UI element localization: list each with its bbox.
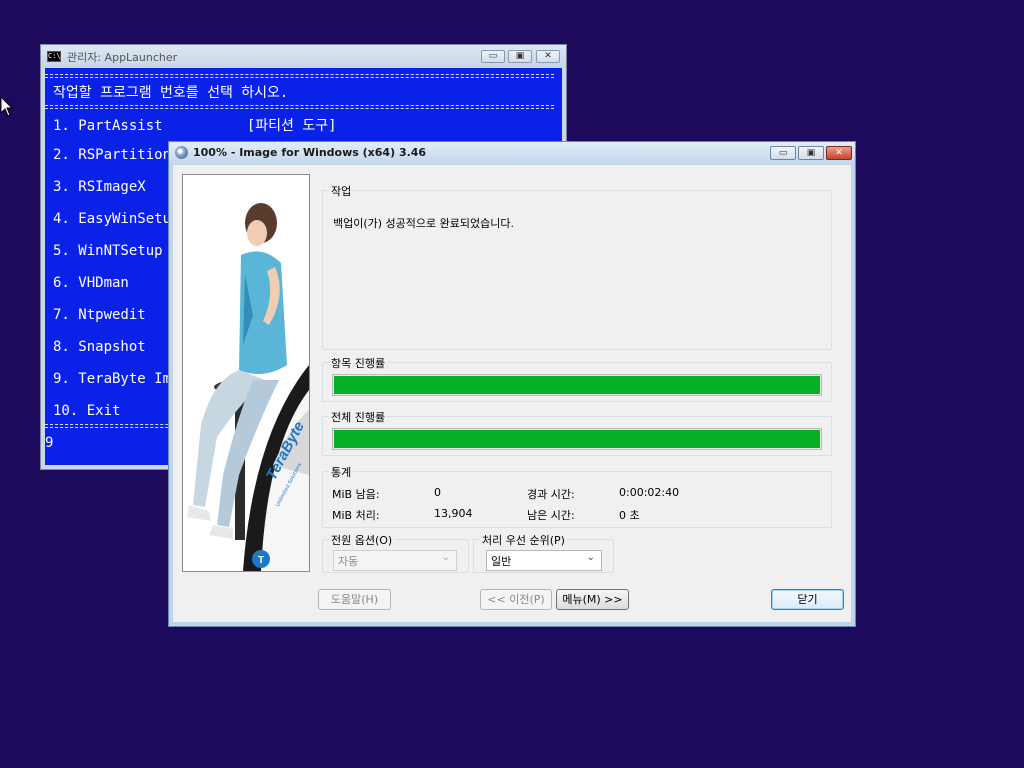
item-progress-label: 항목 진행률 — [329, 355, 388, 371]
total-progress-label: 전체 진행률 — [329, 409, 388, 425]
console-input-line[interactable]: 9 — [45, 435, 53, 451]
task-group: 작업 백업이(가) 성공적으로 완료되었습니다. — [322, 183, 832, 350]
menu-item-5: 5. WinNTSetup — [53, 243, 163, 259]
mouse-cursor-icon — [0, 96, 14, 117]
item-progress-fill — [334, 376, 820, 394]
minimize-button[interactable]: ▭ — [770, 146, 796, 160]
total-progress-fill — [334, 430, 820, 448]
help-button[interactable]: 도움말(H) — [318, 589, 391, 610]
svg-text:T: T — [258, 555, 264, 566]
priority-value: 일반 — [491, 555, 512, 568]
total-progress-bar — [332, 428, 822, 450]
console-window-title: 관리자: AppLauncher — [67, 51, 178, 64]
disc-icon — [175, 146, 188, 159]
image-for-windows-dialog[interactable]: 100% - Image for Windows (x64) 3.46 ▭ ▣ … — [168, 141, 856, 627]
priority-label: 처리 우선 순위(P) — [480, 532, 567, 548]
task-status-message: 백업이(가) 성공적으로 완료되었습니다. — [333, 217, 514, 230]
chevron-down-icon: ⌄ — [441, 552, 450, 563]
power-options-label: 전원 옵션(O) — [329, 532, 395, 548]
dialog-title-bar[interactable]: 100% - Image for Windows (x64) 3.46 ▭ ▣ … — [169, 142, 855, 164]
elapsed-time-label: 경과 시간: — [527, 488, 575, 501]
mib-processed-value: 13,904 — [434, 507, 473, 520]
power-options-select[interactable]: 자동 ⌄ — [333, 550, 457, 571]
mib-remaining-value: 0 — [434, 486, 441, 499]
menu-item-4: 4. EasyWinSetup — [53, 211, 180, 227]
time-left-label: 남은 시간: — [527, 509, 575, 522]
close-dialog-button[interactable]: 닫기 — [771, 589, 844, 610]
terabyte-banner-image: T TeraByte Unlimited Solutions — [182, 174, 310, 572]
separator-line — [45, 74, 554, 78]
priority-group: 처리 우선 순위(P) 일반 ⌄ — [473, 532, 614, 573]
banner-illustration: T — [183, 175, 309, 571]
time-left-value: 0 초 — [619, 509, 640, 522]
menu-button[interactable]: 메뉴(M) >> — [556, 589, 629, 610]
chevron-down-icon: ⌄ — [586, 552, 595, 563]
statistics-group: 통계 MiB 남음: 0 경과 시간: 0:00:02:40 MiB 처리: 1… — [322, 464, 832, 528]
menu-item-8: 8. Snapshot — [53, 339, 146, 355]
console-app-icon: C:\ — [47, 51, 61, 62]
menu-item-3: 3. RSImageX — [53, 179, 146, 195]
mib-processed-label: MiB 처리: — [332, 509, 380, 522]
total-progress-group: 전체 진행률 — [322, 409, 832, 456]
minimize-button[interactable]: ▭ — [481, 50, 505, 63]
power-options-group: 전원 옵션(O) 자동 ⌄ — [322, 532, 469, 573]
previous-button[interactable]: << 이전(P) — [480, 589, 552, 610]
power-options-value: 자동 — [338, 555, 359, 568]
item-progress-bar — [332, 374, 822, 396]
task-group-label: 작업 — [329, 183, 354, 199]
maximize-button[interactable]: ▣ — [508, 50, 532, 63]
close-button[interactable]: ✕ — [826, 146, 852, 160]
mib-remaining-label: MiB 남음: — [332, 488, 380, 501]
dialog-title: 100% - Image for Windows (x64) 3.46 — [193, 146, 427, 159]
menu-item-2: 2. RSPartition — [53, 147, 172, 163]
menu-item-10: 10. Exit — [53, 403, 121, 419]
separator-line — [45, 105, 554, 109]
console-prompt-text: 작업할 프로그램 번호를 선택 하시오. — [53, 85, 289, 101]
maximize-button[interactable]: ▣ — [798, 146, 824, 160]
dialog-client-area: T TeraByte Unlimited Solutions 작업 백업이(가)… — [173, 165, 851, 622]
menu-item-6: 6. VHDman — [53, 275, 129, 291]
priority-select[interactable]: 일반 ⌄ — [486, 550, 602, 571]
statistics-group-label: 통계 — [329, 464, 354, 480]
console-title-bar[interactable]: C:\ 관리자: AppLauncher ▭ ▣ ✕ — [41, 45, 566, 67]
elapsed-time-value: 0:00:02:40 — [619, 486, 680, 499]
menu-item-7: 7. Ntpwedit — [53, 307, 146, 323]
menu-item-1: 1. PartAssist [파티션 도구] — [53, 118, 337, 134]
close-button[interactable]: ✕ — [536, 50, 560, 63]
item-progress-group: 항목 진행률 — [322, 355, 832, 402]
